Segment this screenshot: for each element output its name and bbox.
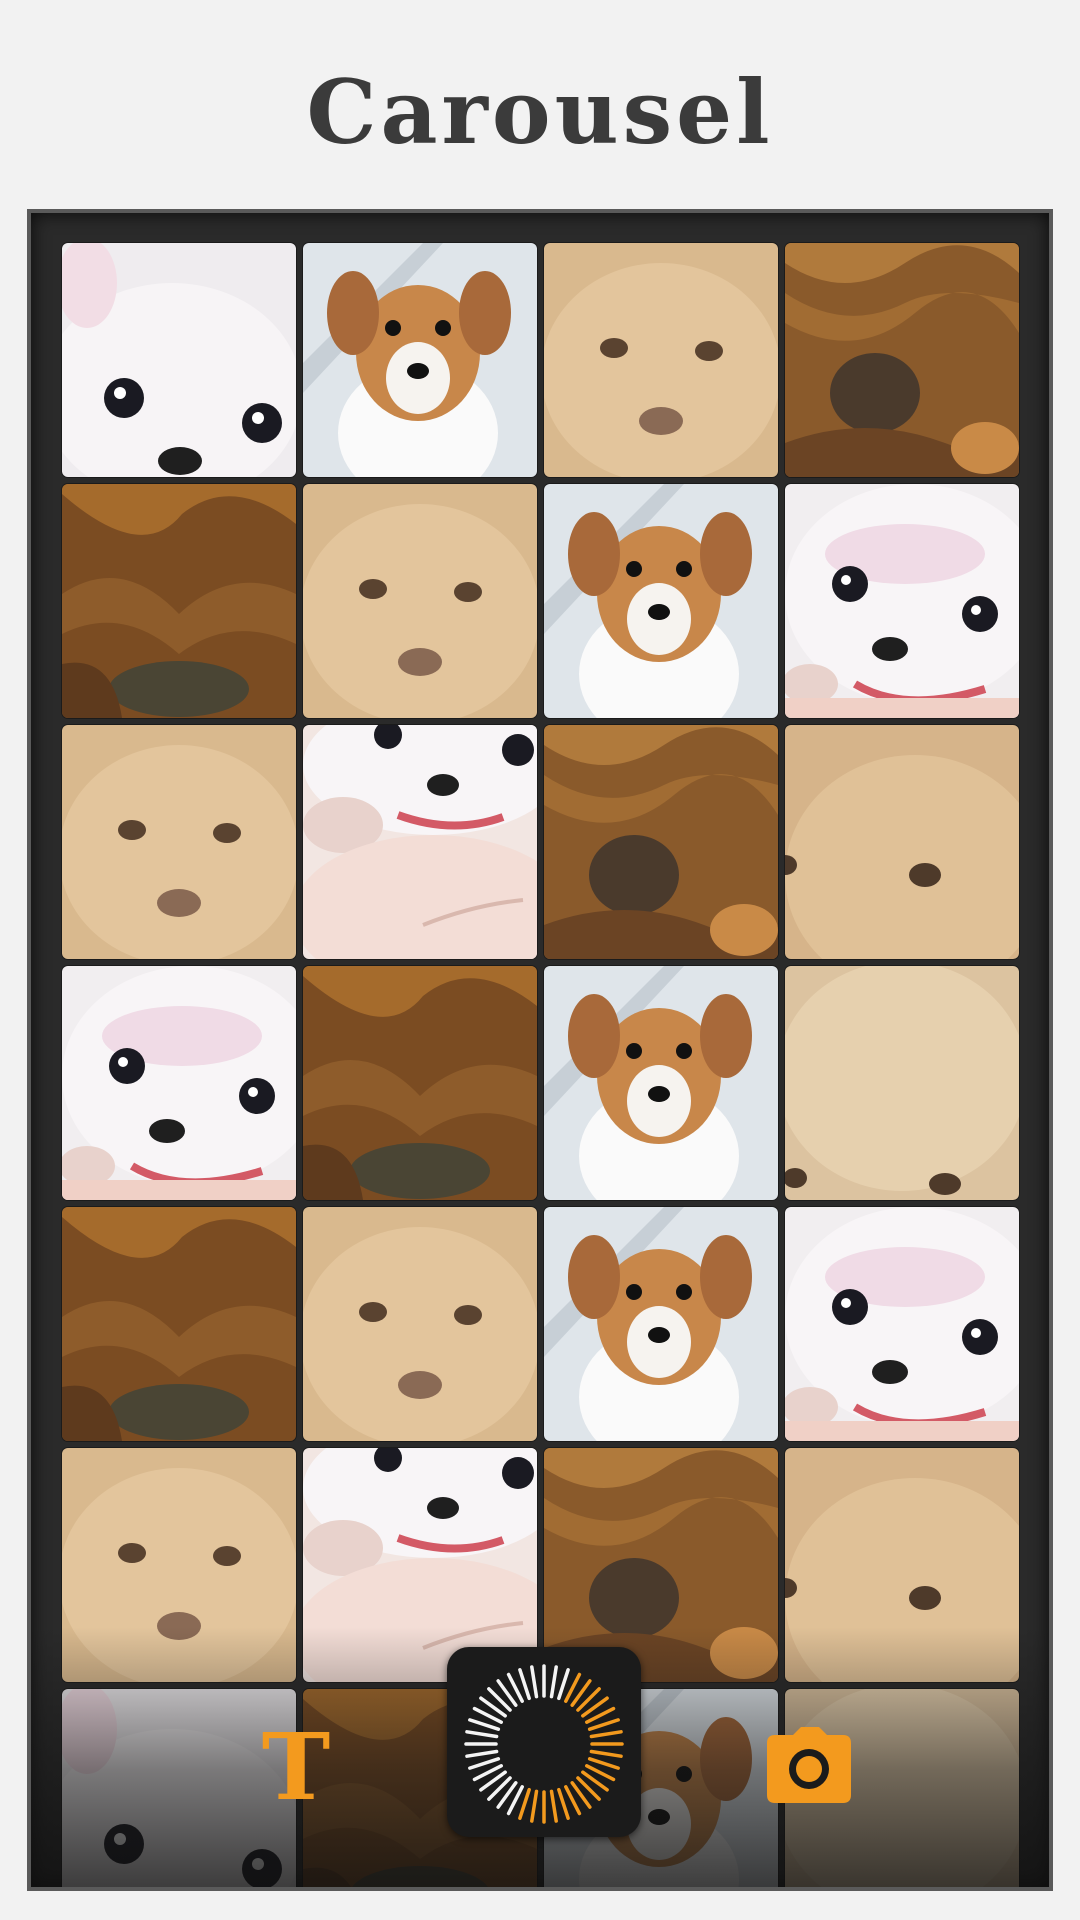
photo-tile[interactable] xyxy=(785,243,1019,477)
photo-grid-frame: T xyxy=(27,209,1053,1891)
puppy-photo xyxy=(544,484,778,718)
puppy-photo xyxy=(544,966,778,1200)
puppy-photo xyxy=(785,966,1019,1200)
shutter-ray xyxy=(557,1787,570,1820)
shutter-ray xyxy=(589,1749,623,1758)
photo-tile[interactable] xyxy=(62,725,296,959)
photo-tile[interactable] xyxy=(303,966,537,1200)
shutter-ray xyxy=(468,1757,501,1770)
page-title: Carousel xyxy=(306,60,774,164)
puppy-photo xyxy=(303,966,537,1200)
puppy-photo xyxy=(62,725,296,959)
puppy-photo xyxy=(62,966,296,1200)
shutter-ray xyxy=(518,1668,531,1701)
puppy-photo xyxy=(62,243,296,477)
photo-tile[interactable] xyxy=(785,725,1019,959)
shutter-ray xyxy=(465,1749,499,1758)
shutter-ray xyxy=(549,1665,558,1699)
photo-tile[interactable] xyxy=(303,243,537,477)
puppy-photo xyxy=(785,1207,1019,1441)
puppy-photo xyxy=(62,1207,296,1441)
photo-tile[interactable] xyxy=(544,243,778,477)
bottom-toolbar: T xyxy=(31,1647,1049,1887)
photo-tile[interactable] xyxy=(62,1207,296,1441)
puppy-photo xyxy=(62,484,296,718)
photo-tile[interactable] xyxy=(303,725,537,959)
shutter-ray xyxy=(530,1789,539,1823)
puppy-photo xyxy=(544,1207,778,1441)
shutter-ray xyxy=(518,1787,531,1820)
shutter-button[interactable] xyxy=(447,1647,641,1837)
photo-grid[interactable] xyxy=(62,243,1019,1887)
shutter-ray xyxy=(557,1668,570,1701)
puppy-photo xyxy=(303,1207,537,1441)
camera-icon xyxy=(767,1727,851,1803)
photo-tile[interactable] xyxy=(785,484,1019,718)
puppy-photo xyxy=(544,243,778,477)
puppy-photo xyxy=(303,484,537,718)
puppy-photo xyxy=(785,725,1019,959)
shutter-ray xyxy=(530,1665,539,1699)
photo-tile[interactable] xyxy=(62,243,296,477)
shutter-ray xyxy=(587,1718,620,1731)
shutter-ray xyxy=(549,1789,558,1823)
photo-tile[interactable] xyxy=(544,966,778,1200)
shutter-ray xyxy=(589,1730,623,1739)
photo-tile[interactable] xyxy=(544,484,778,718)
text-icon[interactable]: T xyxy=(246,1717,346,1817)
photo-tile[interactable] xyxy=(544,1207,778,1441)
puppy-photo xyxy=(785,484,1019,718)
photo-tile[interactable] xyxy=(62,484,296,718)
photo-tile[interactable] xyxy=(303,484,537,718)
camera-button[interactable] xyxy=(767,1727,851,1803)
photo-tile[interactable] xyxy=(785,1207,1019,1441)
puppy-photo xyxy=(785,243,1019,477)
photo-tile[interactable] xyxy=(544,725,778,959)
photo-tile[interactable] xyxy=(785,966,1019,1200)
puppy-photo xyxy=(303,725,537,959)
shutter-ray xyxy=(465,1730,499,1739)
photo-tile[interactable] xyxy=(62,966,296,1200)
photo-tile[interactable] xyxy=(303,1207,537,1441)
shutter-icon xyxy=(464,1664,624,1824)
puppy-photo xyxy=(544,725,778,959)
puppy-photo xyxy=(303,243,537,477)
shutter-ray xyxy=(468,1718,501,1731)
shutter-ray xyxy=(587,1757,620,1770)
